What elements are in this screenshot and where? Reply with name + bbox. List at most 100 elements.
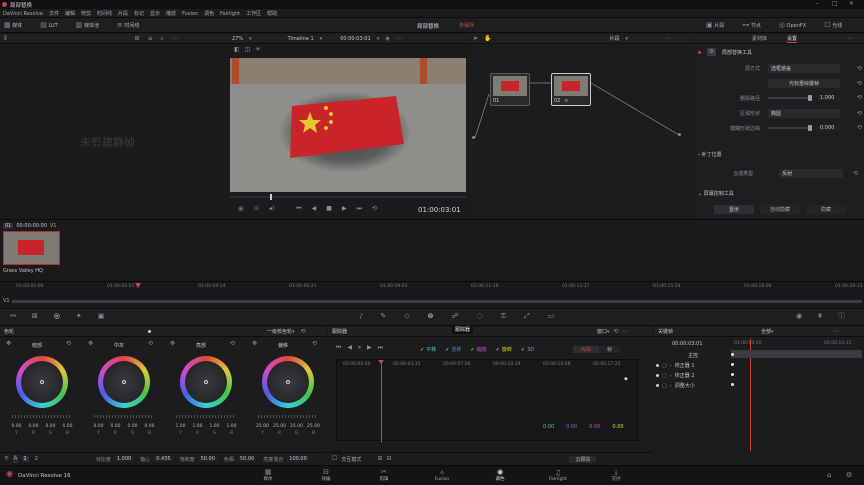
footer-value[interactable]: 100.00 [287, 456, 309, 462]
wheel-jog-slider[interactable] [176, 415, 236, 418]
page-tab-fairlight[interactable]: ♫ Fairlight [548, 469, 568, 482]
auto-icon[interactable]: A [13, 455, 18, 463]
wheel-puck[interactable] [286, 380, 290, 384]
wheel-value[interactable]: 0.00 [61, 424, 74, 429]
timeline-button[interactable]: ≡ 时间线 [117, 21, 139, 29]
lut-button[interactable]: ▤ LUT [40, 21, 57, 29]
more-icon[interactable]: ⋯ [623, 328, 629, 336]
show-button[interactable]: 显示 [714, 205, 754, 214]
tab-library[interactable]: 素材库 [752, 35, 767, 42]
cloud-tracker-select[interactable]: 云跟踪 [569, 455, 597, 463]
nodes-button[interactable]: ⊶ 节点 [742, 21, 761, 29]
tracker-check[interactable]: ✓ 缩放 [470, 346, 486, 354]
scrubber-bar[interactable] [230, 196, 466, 198]
menu-item[interactable]: 显示 [150, 10, 160, 17]
camera-raw-icon[interactable]: ⚯ [10, 312, 16, 320]
wheel-jog-slider[interactable] [12, 415, 72, 418]
reset-icon[interactable]: ⟲ [857, 110, 862, 118]
color-wheels-icon[interactable]: ◎ [54, 312, 60, 320]
expand-icon[interactable]: › [670, 362, 672, 370]
volume-icon[interactable]: ◂) [269, 205, 274, 213]
hide-button[interactable]: 隐藏 [806, 205, 846, 214]
inspector-select[interactable]: 椭圆 [768, 109, 840, 118]
wheel-value[interactable]: 1.00 [208, 424, 221, 429]
node-01[interactable]: 01 [490, 73, 530, 106]
track-stop-icon[interactable]: ⏸ [358, 344, 361, 352]
menu-item[interactable]: 工作区 [246, 10, 261, 17]
mode-frame[interactable]: 帧 [599, 346, 621, 353]
timeline-select[interactable]: Timeline 1 [288, 36, 314, 42]
inspector-slider[interactable] [768, 95, 812, 101]
window-icon[interactable]: ◇ [404, 312, 409, 320]
highlight-icon[interactable]: ✳ [255, 46, 260, 54]
lock-icon[interactable]: ▢ [662, 382, 667, 390]
auto-balance-icon[interactable]: ⚟ [4, 455, 9, 463]
wheel-mode-select[interactable]: 一级校色轮 [267, 328, 292, 335]
reset-icon[interactable]: ⟲ [857, 124, 862, 132]
lock-icon[interactable]: ▢ [662, 362, 667, 370]
wheel-value[interactable]: 0.00 [109, 424, 122, 429]
keyframes-scope[interactable]: 全部 [761, 328, 771, 335]
playhead-marker[interactable] [135, 283, 141, 288]
slider-handle[interactable] [808, 125, 812, 131]
scopes-icon[interactable]: ◉ [796, 312, 802, 320]
wheel-tool-icon[interactable]: ✥ [88, 340, 93, 348]
go-to-start-icon[interactable]: ⏮ [296, 205, 301, 213]
color-match-icon[interactable]: ⊠ [32, 312, 38, 320]
key-icon[interactable]: ⚿ [501, 312, 506, 320]
keyframe-marker[interactable] [731, 363, 734, 366]
reset-icon[interactable]: ⟲ [857, 65, 862, 73]
page-tab-fusion[interactable]: ✧ Fusion [432, 469, 452, 482]
section-patch[interactable]: › 补丁位置 [698, 151, 722, 158]
add-feature-icon[interactable]: ⊞ [377, 455, 382, 463]
section-onscreen-controls[interactable]: ⌄ 屏幕控制工具 [698, 190, 734, 197]
wheel-ring[interactable] [98, 356, 150, 408]
wheel-ring[interactable] [262, 356, 314, 408]
track-back-start-icon[interactable]: ⏮ [336, 344, 341, 352]
tab-settings[interactable]: 设置 [787, 35, 798, 43]
track-forward-icon[interactable]: ▶ [367, 344, 372, 352]
menu-item[interactable]: 播放 [166, 10, 176, 17]
reset-icon[interactable]: ⟲ [312, 340, 317, 348]
menu-item[interactable]: 修剪 [81, 10, 91, 17]
rgb-mixer-icon[interactable]: ▣ [98, 312, 105, 320]
page-1[interactable]: 1 [21, 456, 29, 462]
inspector-button[interactable]: 光标重绘键帧 [768, 79, 840, 88]
wheel-ring[interactable] [16, 356, 68, 408]
auto-hide-button[interactable]: 自动隐藏 [760, 205, 800, 214]
lightbox-button[interactable]: ☐ 光线 [824, 21, 842, 29]
wheel-value[interactable]: 25.00 [273, 424, 286, 429]
wheel-value[interactable]: 0.00 [92, 424, 105, 429]
3d-icon[interactable]: ▭ [548, 312, 555, 320]
wheel-value[interactable]: 25.00 [307, 424, 320, 429]
menu-item[interactable]: 文件 [49, 10, 59, 17]
settings-icon[interactable]: ⚙ [846, 471, 852, 479]
reset-icon[interactable]: ⟲ [614, 328, 619, 336]
info-icon[interactable]: ⓘ [838, 312, 845, 320]
tracker-icon[interactable]: ⊚ [428, 312, 434, 320]
keyframe-marker[interactable] [731, 353, 734, 356]
menu-item[interactable]: Fusion [182, 11, 198, 17]
waveform-icon[interactable]: ⩩ [818, 312, 822, 320]
keyframe-row[interactable]: 主控 [656, 351, 862, 360]
inspector-value[interactable]: 0.000 [818, 125, 840, 131]
menu-item[interactable]: DaVinci Resolve [3, 11, 43, 17]
reset-icon[interactable]: ⟲ [857, 94, 862, 102]
wheel-tool-icon[interactable]: ✥ [6, 340, 11, 348]
step-back-icon[interactable]: ◀ [312, 205, 317, 213]
more-icon[interactable]: ⋯ [834, 328, 840, 336]
slider-handle[interactable] [808, 95, 812, 101]
more-icon[interactable]: ⋯ [172, 35, 178, 43]
wheel-tool-icon[interactable]: ✥ [252, 340, 257, 348]
keyframe-row[interactable]: ▢ › 调整大小 [656, 381, 862, 390]
keyframe-marker[interactable] [731, 373, 734, 376]
reset-icon[interactable]: ⟲ [853, 170, 858, 178]
tracker-check[interactable]: ✓ 竖移 [445, 346, 461, 354]
source-input-dot[interactable] [472, 136, 475, 139]
inspector-slider[interactable] [768, 125, 812, 131]
play-icon[interactable]: ▶ [342, 205, 347, 213]
tracker-check[interactable]: ✓ 3D [521, 347, 534, 353]
reset-icon[interactable]: ⟲ [857, 80, 862, 88]
wheel-puck[interactable] [204, 380, 208, 384]
node-02[interactable]: 02 ⊛ [551, 73, 591, 106]
